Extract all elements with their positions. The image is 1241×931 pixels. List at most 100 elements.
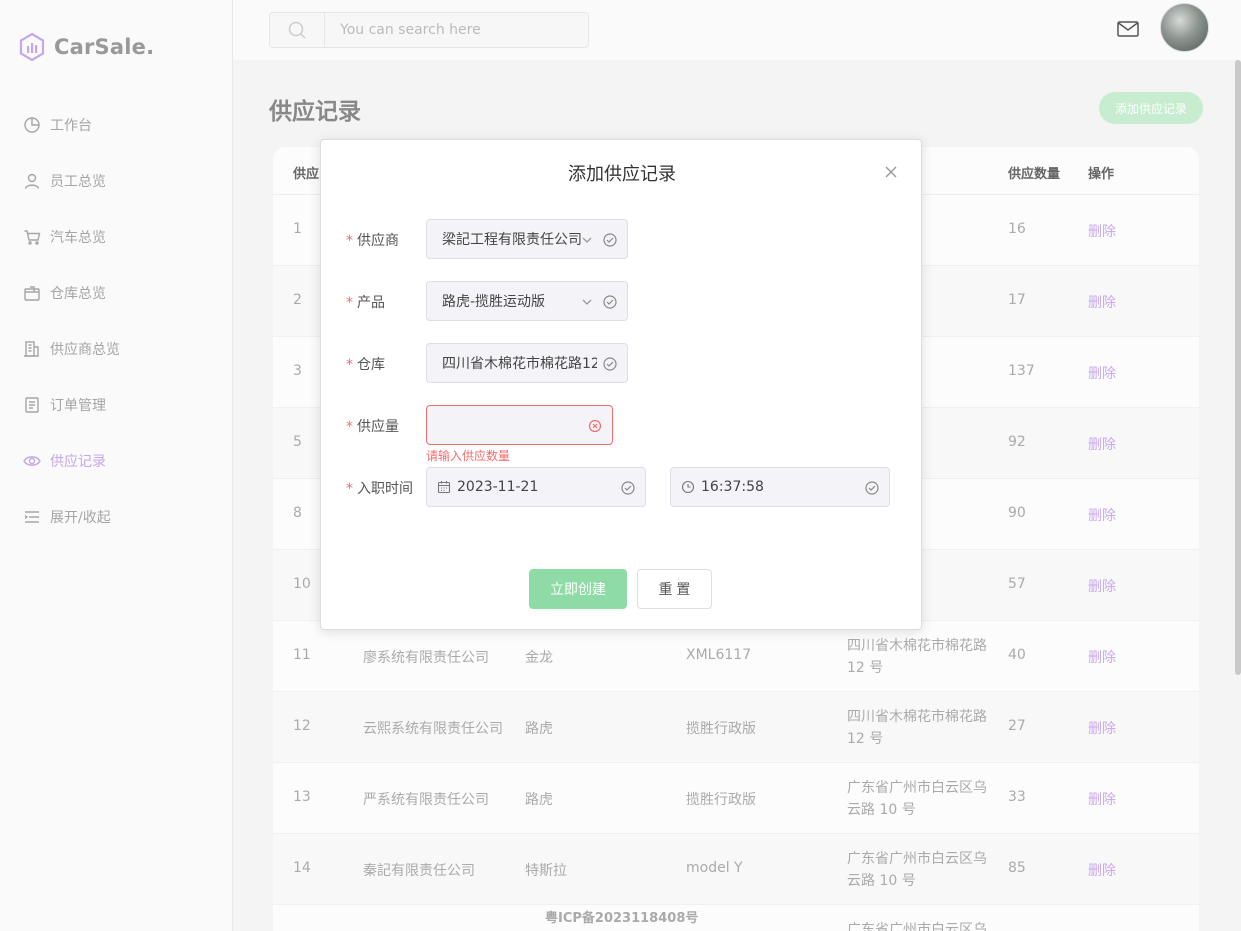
qty-input[interactable] <box>426 405 613 445</box>
qty-row: * 供应量 <box>346 416 426 436</box>
document-icon <box>25 397 39 413</box>
cell-id: 2 <box>293 292 302 308</box>
delete-link[interactable]: 删除 <box>1088 860 1116 880</box>
delete-link[interactable]: 删除 <box>1088 363 1116 383</box>
create-button[interactable]: 立即创建 <box>529 569 627 609</box>
cell-warehouse: 广东省广州市白云区乌云路 10 号 <box>847 851 987 889</box>
sidebar-item-workbench[interactable]: 工作台 <box>0 97 233 153</box>
cell-id: 5 <box>293 434 302 450</box>
sidebar-item-label: 汽车总览 <box>50 230 106 246</box>
sidebar-item-orders[interactable]: 订单管理 <box>0 377 233 433</box>
date-picker[interactable]: 2023-11-21 <box>426 467 646 507</box>
dialog-title: 添加供应记录 <box>568 164 676 185</box>
supplier-select[interactable]: 梁記工程有限责任公司 <box>426 219 628 259</box>
sidebar-nav: 工作台 员工总览 汽车总览 仓库总览 供应商总览 订单管理 供应记录 展开/收起 <box>0 97 233 545</box>
product-label: * 产品 <box>346 295 385 311</box>
sidebar-item-label: 订单管理 <box>50 398 106 414</box>
cell-id: 3 <box>293 363 302 379</box>
delete-link[interactable]: 删除 <box>1088 505 1116 525</box>
cell-qty: 27 <box>1008 718 1026 734</box>
search-button[interactable] <box>270 13 325 47</box>
building-icon <box>24 341 39 357</box>
qty-error-text: 请输入供应数量 <box>426 449 511 463</box>
mail-icon[interactable] <box>1116 19 1140 39</box>
footer-icp[interactable]: 粤ICP备2023118408号 <box>545 907 698 926</box>
sidebar-item-warehouses[interactable]: 仓库总览 <box>0 265 233 321</box>
check-circle-icon <box>603 295 617 309</box>
cell-supplier: 秦記有限责任公司 <box>363 863 475 879</box>
sidebar-item-toggle[interactable]: 展开/收起 <box>0 489 233 545</box>
sidebar-item-label: 供应商总览 <box>50 342 120 358</box>
sidebar-item-suppliers[interactable]: 供应商总览 <box>0 321 233 377</box>
scrollbar[interactable] <box>1235 60 1241 675</box>
table-row[interactable]: 14 秦記有限责任公司 特斯拉 model Y 广东省广州市白云区乌云路 10 号 85 删… <box>273 834 1199 905</box>
cell-warehouse: 四川省木棉花市棉花路 12 号 <box>847 709 987 747</box>
table-row[interactable]: 广东省广州市白云区乌 <box>273 905 1199 931</box>
sidebar-item-cars[interactable]: 汽车总览 <box>0 209 233 265</box>
cell-qty: 85 <box>1008 860 1026 876</box>
cell-product: model Y <box>686 860 743 876</box>
supplier-value: 梁記工程有限责任公司 <box>442 232 582 248</box>
chevron-down-icon <box>582 299 592 305</box>
sidebar-item-label: 仓库总览 <box>50 286 106 302</box>
qty-label: * 供应量 <box>346 419 399 435</box>
delete-link[interactable]: 删除 <box>1088 576 1116 596</box>
cell-id: 14 <box>293 860 311 876</box>
cell-qty: 137 <box>1008 363 1035 379</box>
cell-product: 揽胜行政版 <box>686 721 756 737</box>
product-select[interactable]: 路虎-揽胜运动版 <box>426 281 628 321</box>
cell-warehouse: 四川省木棉花市棉花路 12 号 <box>847 638 987 676</box>
column-header-qty[interactable]: 供应数量 <box>1008 163 1060 182</box>
calendar-icon <box>437 481 451 494</box>
delete-link[interactable]: 删除 <box>1088 221 1116 241</box>
delete-link[interactable]: 删除 <box>1088 789 1116 809</box>
time-value: 16:37:58 <box>701 479 764 495</box>
delete-link[interactable]: 删除 <box>1088 434 1116 454</box>
cell-warehouse: 广东省广州市白云区乌 <box>847 922 987 931</box>
time-row: * 入职时间 <box>346 478 426 498</box>
column-header-op: 操作 <box>1088 167 1115 182</box>
sidebar-item-label: 工作台 <box>50 118 92 134</box>
column-header-id[interactable]: 供应 <box>293 163 319 182</box>
close-icon[interactable] <box>883 164 899 180</box>
user-icon <box>24 173 40 189</box>
cell-supplier: 云熙系统有限责任公司 <box>363 721 503 737</box>
sidebar-item-label: 展开/收起 <box>50 510 111 526</box>
cell-id: 10 <box>293 576 311 592</box>
logo-text: CarSale. <box>54 35 155 59</box>
add-supply-dialog: 添加供应记录 * 供应商 梁記工程有限责任公司 * 产品 路虎-揽胜运动版 * 仓库 … <box>320 139 922 630</box>
chevron-down-icon <box>582 237 592 243</box>
avatar[interactable] <box>1160 3 1209 52</box>
sidebar: CarSale. 工作台 员工总览 汽车总览 仓库总览 供应商总览 订单管理 供… <box>0 0 233 931</box>
cell-qty: 90 <box>1008 505 1026 521</box>
delete-link[interactable]: 删除 <box>1088 718 1116 738</box>
logo-icon <box>19 32 45 62</box>
add-supply-record-button[interactable]: 添加供应记录 <box>1099 92 1203 124</box>
product-row: * 产品 <box>346 292 426 312</box>
reset-button[interactable]: 重 置 <box>637 569 712 609</box>
sidebar-item-employees[interactable]: 员工总览 <box>0 153 233 209</box>
cell-brand: 路虎 <box>525 721 553 737</box>
cart-icon <box>24 230 41 245</box>
time-picker[interactable]: 16:37:58 <box>670 467 890 507</box>
date-value: 2023-11-21 <box>457 479 539 495</box>
cell-id: 13 <box>293 789 311 805</box>
supplier-label: * 供应商 <box>346 233 399 249</box>
menu-toggle-icon <box>24 511 39 523</box>
table-row[interactable]: 11 廖系统有限责任公司 金龙 XML6117 四川省木棉花市棉花路 12 号 40 删除 <box>273 621 1199 692</box>
eye-icon <box>23 456 41 466</box>
search-box <box>269 12 589 48</box>
cell-brand: 金龙 <box>525 650 553 666</box>
cell-qty: 40 <box>1008 647 1026 663</box>
table-row[interactable]: 13 严系统有限责任公司 路虎 揽胜行政版 广东省广州市白云区乌云路 10 号 33 删除 <box>273 763 1199 834</box>
logo[interactable]: CarSale. <box>18 32 154 62</box>
box-icon <box>24 286 40 301</box>
search-input[interactable] <box>325 13 588 47</box>
table-row[interactable]: 12 云熙系统有限责任公司 路虎 揽胜行政版 四川省木棉花市棉花路 12 号 27 删除 <box>273 692 1199 763</box>
sidebar-item-supply-records[interactable]: 供应记录 <box>0 433 233 489</box>
cell-qty: 17 <box>1008 292 1026 308</box>
delete-link[interactable]: 删除 <box>1088 292 1116 312</box>
top-bar <box>233 0 1241 60</box>
delete-link[interactable]: 删除 <box>1088 647 1116 667</box>
warehouse-select[interactable]: 四川省木棉花市棉花路12号 <box>426 343 628 383</box>
